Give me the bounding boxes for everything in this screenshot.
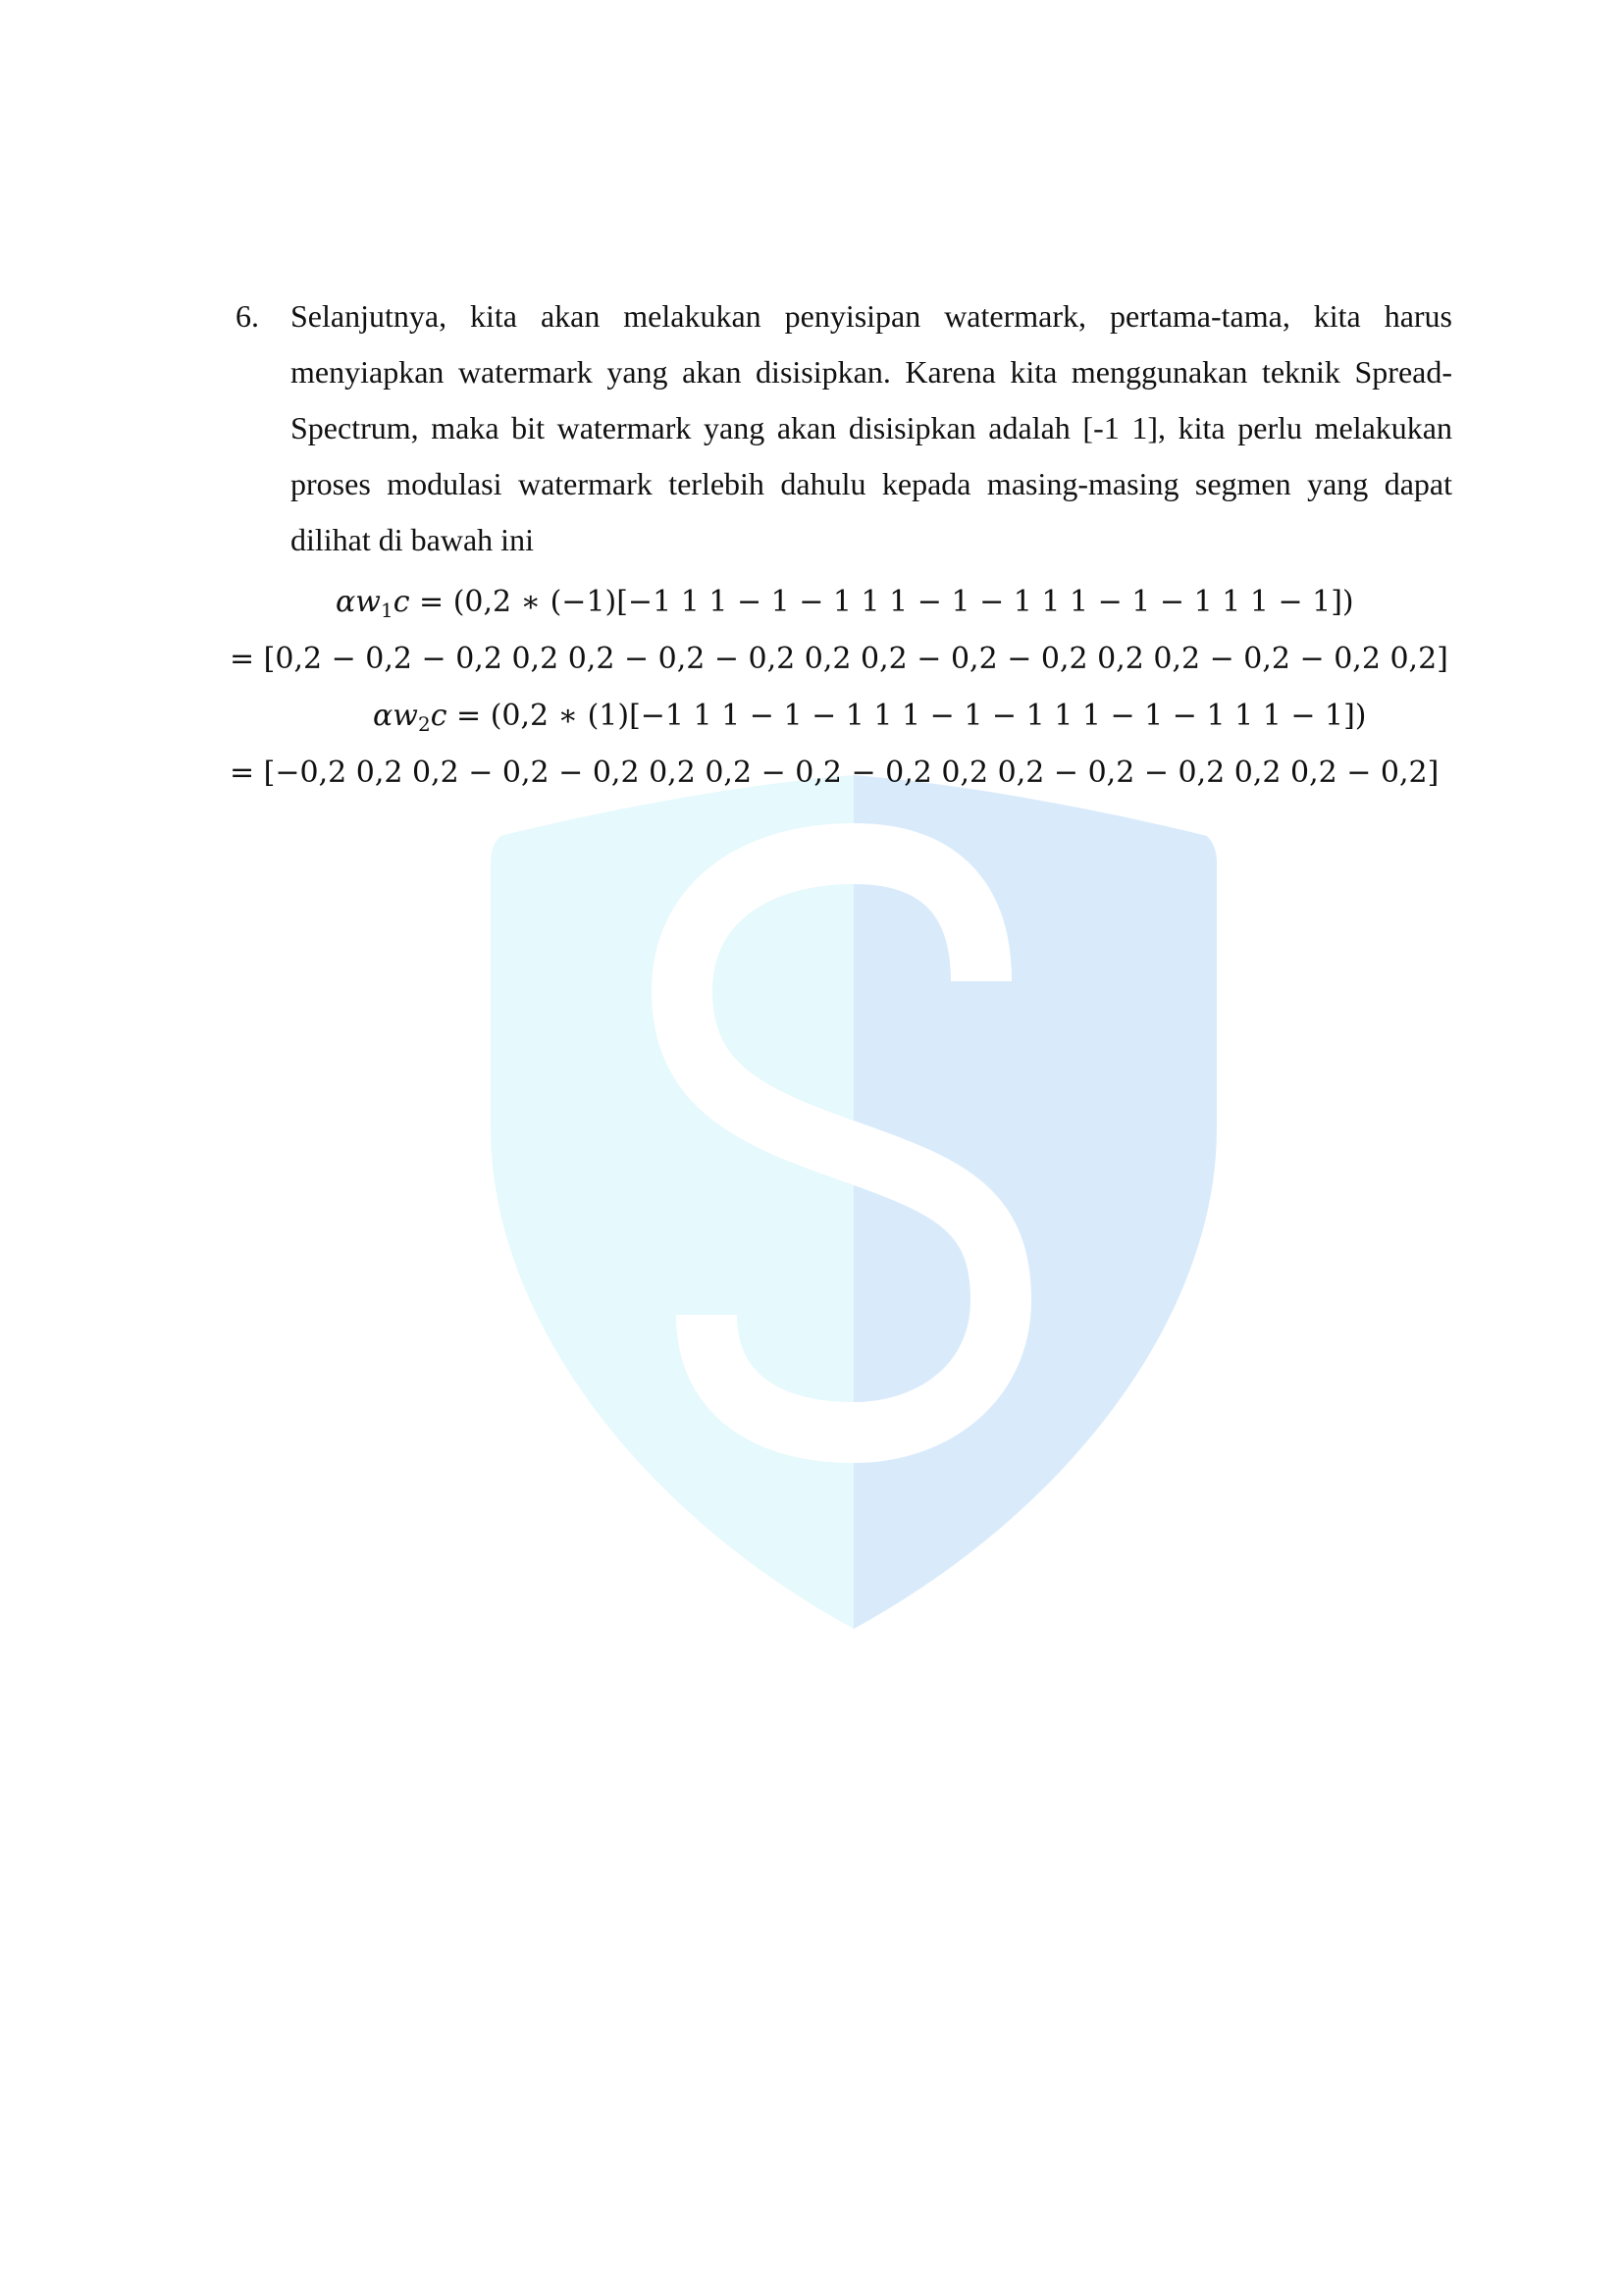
equation-rhs: = (0,2 ∗ (−1)[−1 1 1 − 1 − 1 1 1 − 1 − 1… (419, 585, 1354, 619)
equation-var-w: w (355, 585, 381, 619)
equation-var-w: w (393, 699, 418, 733)
equation-alpha: α (336, 585, 356, 619)
equation-result-w1: = [0,2 − 0,2 − 0,2 0,2 0,2 − 0,2 − 0,2 0… (230, 642, 1448, 676)
equation-result-w2: = [−0,2 0,2 0,2 − 0,2 − 0,2 0,2 0,2 − 0,… (230, 756, 1440, 790)
equation-subscript: 2 (417, 712, 431, 736)
equation-var-c: c (393, 585, 410, 619)
equation-alpha: α (373, 699, 393, 733)
document-content: 6. Selanjutnya, kita akan melakukan peny… (0, 0, 1624, 2295)
equation-var-c: c (430, 699, 447, 733)
equation-subscript: 1 (380, 599, 393, 622)
equation-modulation-w2: αw2c = (0,2 ∗ (1)[−1 1 1 − 1 − 1 1 1 − 1… (373, 697, 1366, 736)
document-page: 6. Selanjutnya, kita akan melakukan peny… (0, 0, 1624, 2295)
list-item-6: 6. Selanjutnya, kita akan melakukan peny… (236, 288, 1452, 568)
equation-modulation-w1: αw1c = (0,2 ∗ (−1)[−1 1 1 − 1 − 1 1 1 − … (336, 583, 1354, 622)
equation-rhs: = (0,2 ∗ (1)[−1 1 1 − 1 − 1 1 1 − 1 − 1 … (456, 699, 1367, 733)
item-number: 6. (236, 298, 259, 334)
item-paragraph: Selanjutnya, kita akan melakukan penyisi… (290, 298, 1452, 557)
